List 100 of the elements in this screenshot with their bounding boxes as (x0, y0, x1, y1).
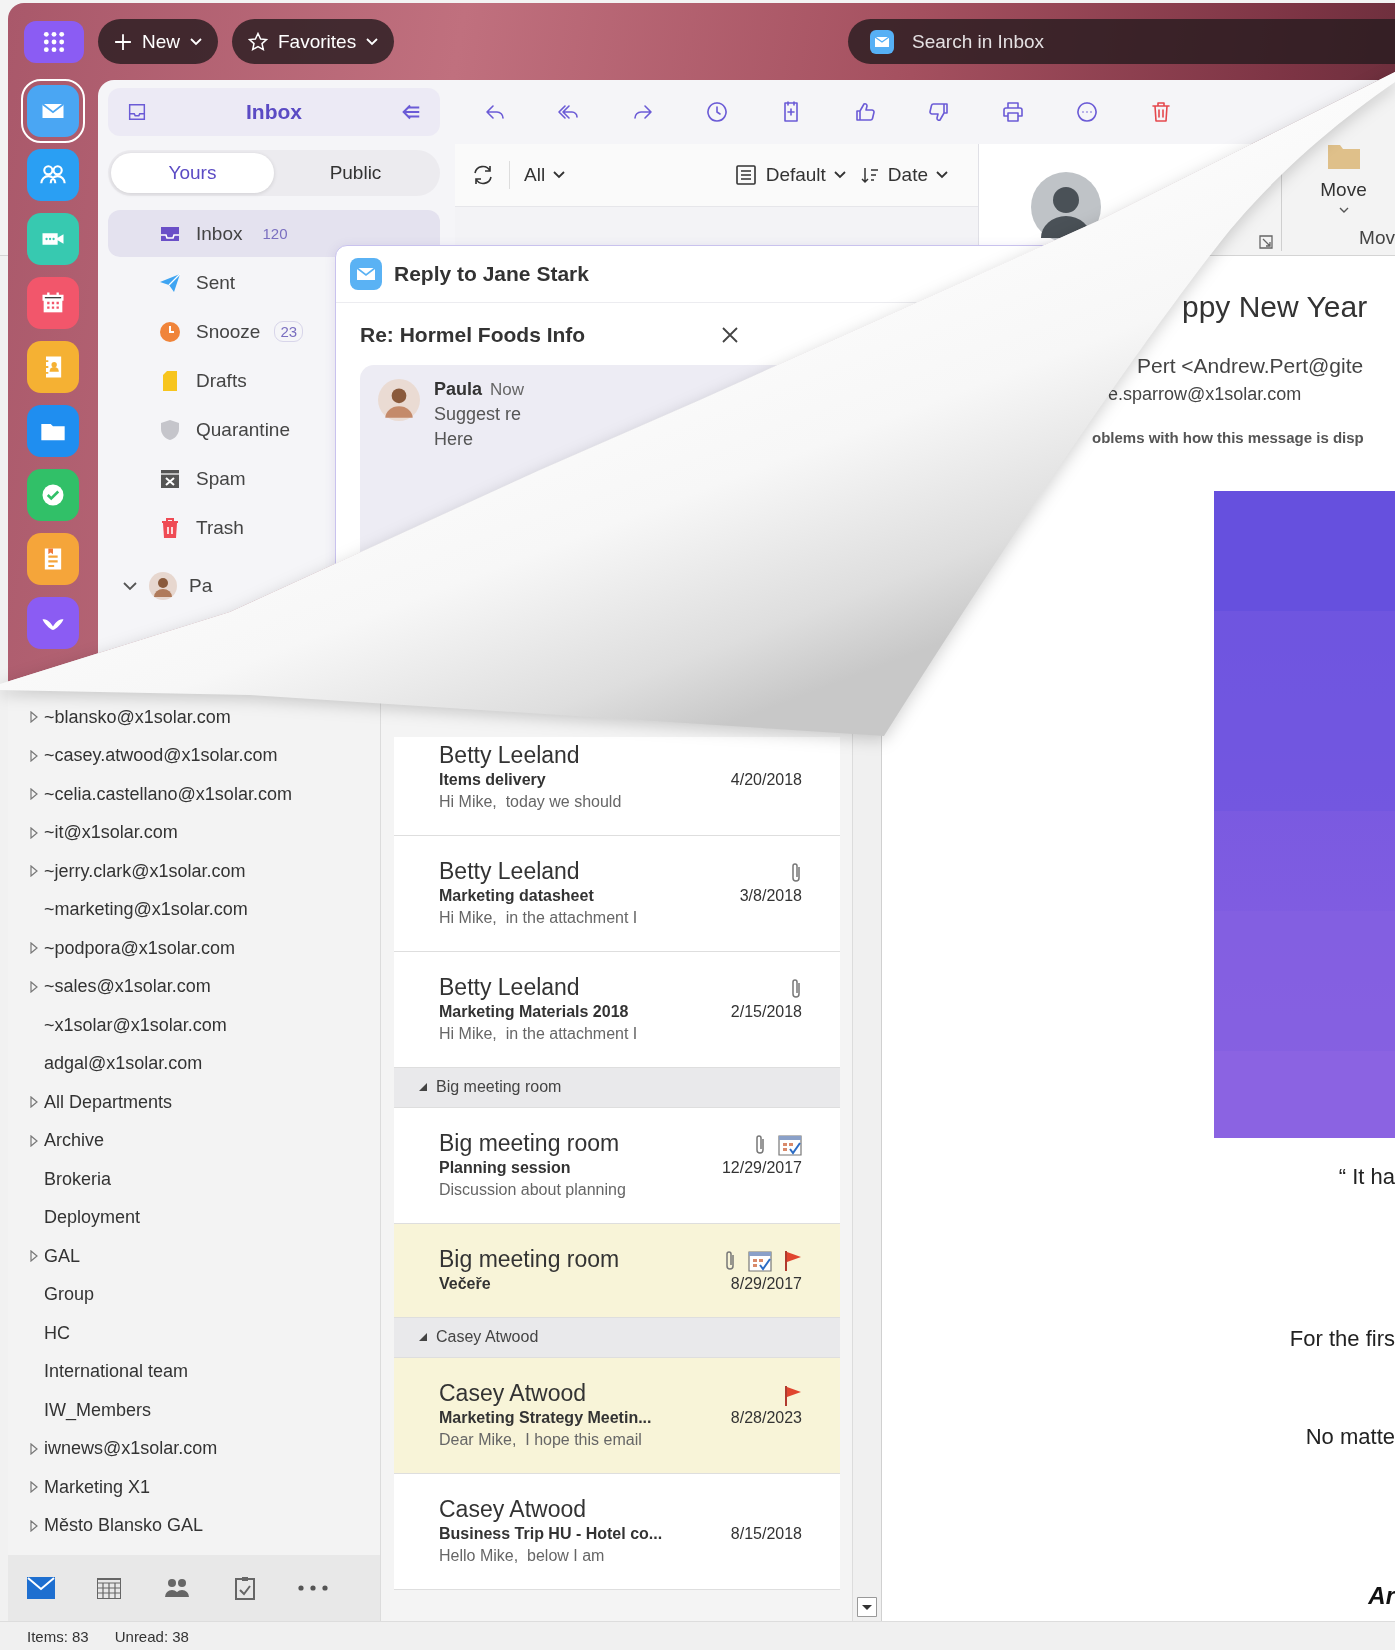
folder-item[interactable]: ~marketing@x1solar.com (8, 890, 252, 929)
move-button[interactable]: Move (1320, 178, 1367, 213)
folder-name: Spam (196, 467, 246, 490)
body-text: “ It ha (1338, 1163, 1395, 1190)
expand-icon[interactable] (30, 1134, 38, 1147)
folder-item[interactable]: Archive (8, 1121, 109, 1160)
unread-count: 23 (274, 321, 304, 342)
camera-icon[interactable] (27, 213, 79, 265)
favorites-button[interactable]: Favorites (232, 19, 395, 64)
flag-icon[interactable] (784, 1384, 802, 1407)
scope-tab[interactable]: Yours (111, 153, 274, 193)
printer-icon (1001, 100, 1025, 124)
more-icon (1075, 100, 1099, 124)
message-text: Here (434, 429, 474, 450)
expand-icon[interactable] (30, 826, 38, 839)
message-preview: Hi Mike, in the attachment I (439, 1023, 639, 1044)
folder-name: Trash (196, 516, 244, 539)
expand-icon[interactable] (30, 1250, 38, 1263)
expand-icon[interactable] (30, 711, 38, 724)
scroll-down-icon[interactable] (857, 1597, 877, 1617)
folder-item[interactable]: iwnews@x1solar.com (8, 1429, 222, 1468)
message-row[interactable]: Casey Atwood Marketing Strategy Meetin... 8/28/2023 Dear Mike, I hope this email (394, 1357, 840, 1474)
new-button[interactable]: New (98, 19, 218, 64)
folder-item[interactable]: GAL (8, 1236, 85, 1276)
message-row[interactable]: Betty Leeland Items delivery 4/20/2018 Hi Mike, today we should (394, 736, 840, 836)
group-header[interactable]: Big meeting room (394, 1067, 840, 1108)
folder-item[interactable]: International team (8, 1352, 193, 1391)
unread-count: Unread: 38 (114, 1627, 189, 1645)
message-row[interactable]: Betty Leeland Marketing datasheet 3/8/2018 Hi Mike, in the attachment I (394, 835, 840, 952)
expand-icon[interactable] (30, 980, 38, 993)
window-title: Reply to Jane Stark (394, 262, 589, 286)
expand-icon[interactable] (30, 788, 38, 801)
folder-item[interactable]: ~sales@x1solar.com (8, 967, 215, 1006)
star-icon (248, 31, 268, 52)
expand-icon[interactable] (30, 1481, 38, 1494)
notes-icon[interactable] (27, 533, 79, 585)
message-row[interactable]: Big meeting room Večeře 8/29/2017 (394, 1223, 840, 1318)
group-header[interactable]: Casey Atwood (394, 1317, 840, 1358)
folder-item[interactable]: ~blansko@x1solar.com (8, 697, 235, 737)
close-button[interactable] (720, 325, 740, 345)
folder-item[interactable]: Brokeria (8, 1159, 116, 1199)
folder-item[interactable]: ~jerry.clark@x1solar.com (8, 851, 250, 891)
folder-item[interactable]: Město Blansko GAL (8, 1506, 208, 1545)
folder-item[interactable]: ~casey.atwood@x1solar.com (8, 736, 282, 775)
folder-name: Snooze (196, 320, 261, 343)
message-row[interactable]: Betty Leeland Marketing Materials 2018 2/15/2018 Hi Mike, in the attachment I (394, 951, 840, 1068)
expand-icon[interactable] (30, 1519, 38, 1532)
folder-item[interactable]: HC (8, 1313, 74, 1353)
folder-item[interactable]: IW_Members (8, 1390, 155, 1430)
email-subject: ppy New Year (1182, 289, 1369, 324)
chevron-icon (833, 171, 846, 179)
message-row[interactable]: Casey Atwood Business Trip HU - Hotel co... 8/15/2018 Hello Mike, below I am (394, 1473, 840, 1590)
folder-item[interactable]: Group (8, 1275, 99, 1314)
folder-item[interactable]: Marketing X1 (8, 1467, 155, 1507)
folder-item[interactable]: adgal@x1solar.com (8, 1044, 207, 1083)
people-icon[interactable] (27, 149, 79, 201)
sort-dropdown[interactable]: Date (859, 164, 948, 186)
folder-item[interactable]: ~podpora@x1solar.com (8, 928, 239, 968)
account-name[interactable]: Pa (189, 575, 213, 597)
message-subject: Items delivery (439, 770, 546, 789)
folder-item[interactable]: All Departments (8, 1082, 177, 1122)
view-dropdown[interactable]: Default (733, 163, 846, 187)
collapse-icon[interactable] (418, 1082, 428, 1093)
scope-tab[interactable]: Public (274, 153, 437, 193)
items-count: Items: 83 (27, 1627, 89, 1645)
expand-icon[interactable] (30, 942, 38, 955)
calendar-icon[interactable] (27, 277, 79, 329)
chevron-icon (936, 171, 948, 179)
flag-icon[interactable] (784, 1249, 802, 1272)
search-input[interactable]: Search in Inbox (910, 29, 1395, 54)
checkmark-icon[interactable] (27, 469, 79, 521)
folder-item[interactable]: Deployment (8, 1198, 145, 1237)
avatar-icon (149, 572, 177, 600)
expand-icon[interactable] (30, 749, 38, 762)
collapse-icon[interactable] (418, 1332, 428, 1343)
message-row[interactable]: Big meeting room Planning session 12/29/2017 Discussion about planning (394, 1107, 840, 1224)
search-field[interactable]: Search in Inbox (848, 19, 1395, 64)
folder-name: Quarantine (196, 418, 290, 441)
envelope-icon (870, 29, 894, 54)
message-subject: Planning session (439, 1158, 571, 1177)
folder-icon[interactable] (27, 405, 79, 457)
sort-icon (859, 165, 880, 185)
filter-dropdown[interactable]: All (524, 164, 566, 186)
address-book-icon[interactable] (27, 341, 79, 393)
dialog-launcher-icon[interactable] (1259, 234, 1273, 249)
expand-icon[interactable] (30, 865, 38, 878)
folder-item[interactable]: Inbox 120 (108, 210, 440, 257)
expand-icon[interactable] (30, 1096, 38, 1109)
folder-item[interactable]: ~it@x1solar.com (8, 813, 182, 852)
expand-icon[interactable] (30, 1442, 38, 1455)
refresh-button[interactable] (471, 163, 495, 187)
plus-icon (114, 32, 132, 51)
message-preview: Hello Mike, below I am (439, 1545, 606, 1566)
folder-header[interactable]: Inbox (108, 88, 440, 136)
folder-item[interactable]: ~x1solar@x1solar.com (8, 1005, 231, 1045)
chevron-icon (190, 37, 202, 46)
avatar-icon (378, 379, 420, 421)
chevron-icon[interactable] (123, 581, 137, 591)
app-grid-button[interactable] (24, 20, 84, 63)
folder-item[interactable]: ~celia.castellano@x1solar.com (8, 774, 296, 814)
